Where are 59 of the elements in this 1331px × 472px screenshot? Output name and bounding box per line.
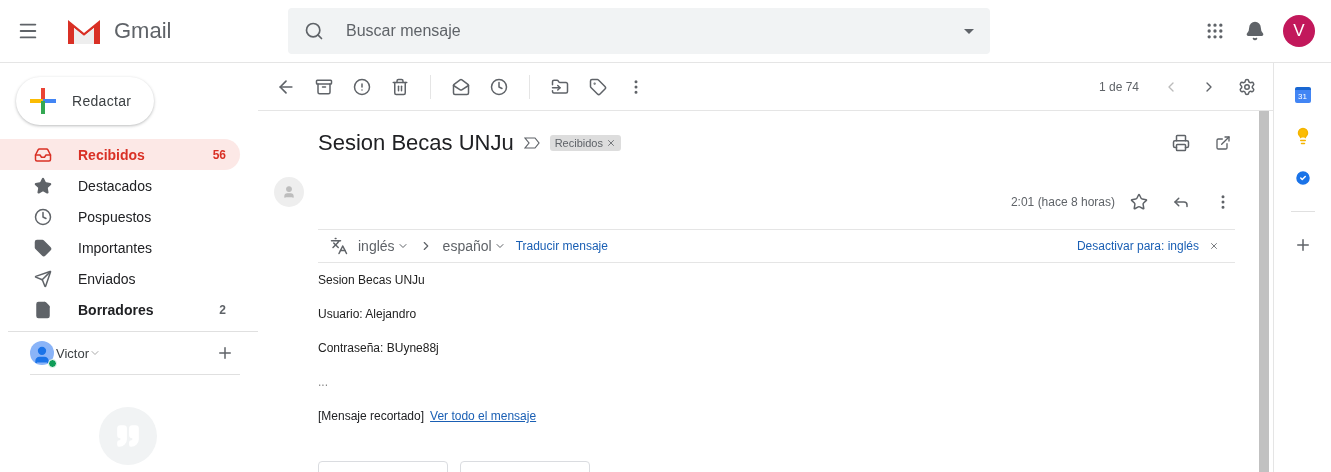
folder-item[interactable]: Enviados <box>0 263 240 294</box>
trash-icon[interactable] <box>391 77 409 96</box>
user-avatar-icon[interactable] <box>30 341 54 365</box>
folder-icon[interactable] <box>551 77 569 96</box>
translate-icon <box>330 237 348 255</box>
message-time: 2:01 (hace 8 horas) <box>1010 195 1115 209</box>
folder-item[interactable]: Borradores 2 <box>0 294 240 325</box>
external-link-icon[interactable] <box>1215 135 1231 151</box>
settings-icon[interactable] <box>1238 77 1256 96</box>
compose-button[interactable]: Redactar <box>16 77 154 125</box>
folder-item[interactable]: Pospuestos <box>0 201 240 232</box>
app-name: Gmail <box>114 18 172 44</box>
folder-item[interactable]: Destacados <box>0 170 240 201</box>
archive-icon[interactable] <box>315 77 333 96</box>
target-language-dropdown[interactable]: español <box>442 238 506 254</box>
message-text: Sesion Becas UNJu <box>318 272 426 289</box>
caret-icon[interactable] <box>964 28 974 34</box>
view-full-message-link[interactable]: Ver todo el mensaje <box>430 409 537 423</box>
message-text: ... <box>318 374 329 391</box>
calendar-icon[interactable]: 31 <box>1294 87 1311 103</box>
source-language-dropdown[interactable]: inglés <box>358 238 409 254</box>
search-bar[interactable]: Buscar mensaje <box>288 8 990 54</box>
label-chip: Recibidos <box>549 135 621 151</box>
notifications-bell-icon[interactable] <box>1245 21 1265 41</box>
message-text: Usuario: Alejandro <box>318 306 418 323</box>
important-marker-icon <box>34 238 52 257</box>
search-icon <box>304 21 324 41</box>
message-subject: Sesion Becas UNJu <box>318 130 514 156</box>
page-counter: 1 de 74 <box>1098 79 1139 94</box>
clock-icon[interactable] <box>490 77 508 96</box>
send-icon <box>34 269 52 288</box>
plus-icon <box>30 88 56 114</box>
check-circle-icon[interactable] <box>1293 169 1312 187</box>
close-icon[interactable] <box>1209 241 1219 251</box>
sender-avatar-icon <box>274 177 304 207</box>
apps-grid-icon[interactable] <box>1205 21 1225 41</box>
envelope-open-icon[interactable] <box>452 77 470 96</box>
message-text: Contraseña: BUyne88j <box>318 340 440 357</box>
envelope-logo-icon <box>66 17 102 45</box>
clock-icon <box>34 207 52 226</box>
important-marker-icon[interactable] <box>523 137 540 149</box>
disable-translation-link[interactable]: Desactivar para: inglés <box>1076 239 1199 253</box>
add-icon[interactable] <box>216 344 234 362</box>
star-icon[interactable] <box>1130 193 1148 211</box>
account-name[interactable]: Victor <box>56 345 89 361</box>
star-icon <box>34 176 52 195</box>
alert-icon[interactable] <box>353 77 371 96</box>
label-tag-icon[interactable] <box>589 77 607 96</box>
search-input[interactable]: Buscar mensaje <box>344 21 944 41</box>
close-icon[interactable] <box>605 138 616 148</box>
translate-link[interactable]: Traducir mensaje <box>515 239 608 253</box>
scrollbar[interactable] <box>1259 111 1269 472</box>
document-icon <box>34 300 52 319</box>
account-avatar[interactable]: V <box>1283 15 1315 47</box>
inbox-icon <box>34 145 52 164</box>
folder-item[interactable]: Importantes <box>0 232 240 263</box>
printer-icon[interactable] <box>1172 134 1190 152</box>
folder-item[interactable]: Recibidos 56 <box>0 139 240 170</box>
clipped-note: [Mensaje recortado] <box>318 409 425 423</box>
